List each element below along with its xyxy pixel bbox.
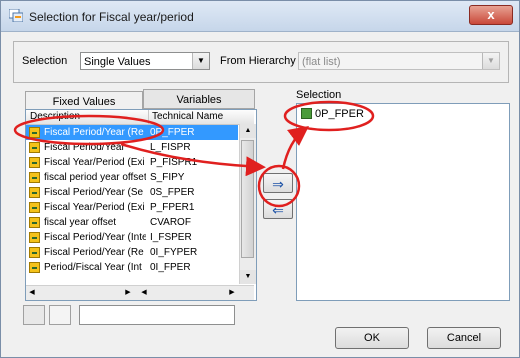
row-technical-name: S_FIPY (150, 172, 185, 183)
variable-icon (29, 172, 40, 183)
variable-icon (29, 142, 40, 153)
close-button[interactable]: x (469, 5, 513, 25)
row-description: fiscal year offset (44, 217, 117, 228)
column-header-description[interactable]: Description (30, 110, 80, 124)
row-technical-name: 0I_FPER (150, 262, 191, 273)
variable-icon (29, 232, 40, 243)
row-description: Fiscal Period/Year (Inte (44, 232, 146, 243)
row-technical-name: CVAROF (150, 217, 191, 228)
row-technical-name: 0S_FPER (150, 187, 195, 198)
selection-list: 0P_FPER (296, 103, 510, 301)
scroll-down-icon[interactable]: ▼ (240, 270, 256, 284)
remove-from-selection-button[interactable]: ⇐ (263, 199, 293, 219)
variable-icon (29, 202, 40, 213)
tab-fixed-values[interactable]: Fixed Values (25, 91, 143, 109)
selection-item-icon (301, 108, 312, 119)
variable-icon (29, 157, 40, 168)
selection-type-value: Single Values (84, 56, 151, 68)
app-icon (9, 9, 23, 22)
tab-variables[interactable]: Variables (143, 89, 255, 109)
row-technical-name: P_FPER1 (150, 202, 195, 213)
selection-type-dropdown[interactable]: Single Values ▼ (80, 52, 210, 70)
list-rows: Fiscal Period/Year (Re 0P_FPER Fiscal Pe… (26, 125, 238, 275)
search-input[interactable] (79, 305, 235, 325)
row-description: Period/Fiscal Year (Int (44, 262, 142, 273)
row-description: Fiscal Period/Year (Re (44, 127, 144, 138)
row-description: Fiscal Year/Period (Exi (44, 157, 145, 168)
horizontal-scrollbar[interactable]: ◀ ▶ ◀ ▶ (26, 285, 254, 300)
selection-list-label: Selection (296, 89, 342, 101)
row-technical-name: 0I_FYPER (150, 247, 198, 258)
list-header: Description Technical Name (26, 110, 254, 125)
row-technical-name: I_FSPER (150, 232, 192, 243)
list-item[interactable]: Fiscal Year/Period (Exi P_FISPR1 (26, 155, 238, 170)
cancel-button[interactable]: Cancel (427, 327, 501, 349)
selection-panel: Selection 0P_FPER (296, 89, 510, 307)
hierarchy-value: (flat list) (302, 56, 341, 68)
dialog-window: Selection for Fiscal year/period x Selec… (0, 0, 520, 358)
row-description: Fiscal Period/Year (44, 142, 125, 153)
window-title: Selection for Fiscal year/period (29, 10, 194, 24)
row-description: fiscal period year offset (44, 172, 146, 183)
scroll-right-icon[interactable]: ▶ (122, 286, 134, 299)
title-bar[interactable]: Selection for Fiscal year/period x (1, 1, 519, 32)
list-item[interactable]: Fiscal Period/Year L_FISPR (26, 140, 238, 155)
list-item[interactable]: Fiscal Year/Period (Exi P_FPER1 (26, 200, 238, 215)
selection-item-label: 0P_FPER (315, 108, 364, 120)
variable-icon (29, 217, 40, 228)
column-header-technical-name[interactable]: Technical Name (152, 110, 223, 124)
variables-list: Description Technical Name Fiscal Period… (25, 109, 257, 301)
variable-icon (29, 262, 40, 273)
selection-options-panel: Selection Single Values ▼ From Hierarchy… (13, 41, 509, 83)
column-separator[interactable] (148, 110, 149, 124)
hierarchy-label: From Hierarchy (220, 55, 296, 67)
scroll-left-icon[interactable]: ◀ (26, 286, 38, 299)
settings-icon[interactable] (23, 305, 45, 325)
list-item[interactable]: Fiscal Period/Year (Se 0S_FPER (26, 185, 238, 200)
row-technical-name: L_FISPR (150, 142, 191, 153)
add-to-selection-button[interactable]: ⇒ (263, 173, 293, 193)
scrollbar-thumb[interactable] (241, 140, 254, 258)
hierarchy-dropdown: (flat list) ▼ (298, 52, 500, 70)
row-description: Fiscal Period/Year (Re (44, 247, 144, 258)
list-item[interactable]: Fiscal Period/Year (Inte I_FSPER (26, 230, 238, 245)
list-item[interactable]: Fiscal Period/Year (Re 0I_FYPER (26, 245, 238, 260)
filter-button[interactable] (49, 305, 71, 325)
list-item[interactable]: Fiscal Period/Year (Re 0P_FPER (26, 125, 238, 140)
scroll-up-icon[interactable]: ▲ (240, 124, 256, 138)
row-description: Fiscal Year/Period (Exi (44, 202, 145, 213)
ok-button[interactable]: OK (335, 327, 409, 349)
row-description: Fiscal Period/Year (Se (44, 187, 144, 198)
chevron-down-icon: ▼ (482, 53, 499, 69)
list-item[interactable]: Period/Fiscal Year (Int 0I_FPER (26, 260, 238, 275)
variable-icon (29, 247, 40, 258)
row-technical-name: P_FISPR1 (150, 157, 198, 168)
scroll-right-icon[interactable]: ▶ (226, 286, 238, 299)
chevron-down-icon[interactable]: ▼ (192, 53, 209, 69)
list-item[interactable]: fiscal year offset CVAROF (26, 215, 238, 230)
vertical-scrollbar[interactable]: ▲ ▼ (239, 124, 256, 284)
selection-label: Selection (22, 55, 68, 67)
variable-icon (29, 127, 40, 138)
values-panel: Fixed Values Variables Description Techn… (25, 89, 257, 301)
list-item[interactable]: 0P_FPER (301, 108, 364, 120)
row-technical-name: 0P_FPER (150, 127, 195, 138)
list-item[interactable]: fiscal period year offset S_FIPY (26, 170, 238, 185)
scroll-left-icon[interactable]: ◀ (138, 286, 150, 299)
variable-icon (29, 187, 40, 198)
